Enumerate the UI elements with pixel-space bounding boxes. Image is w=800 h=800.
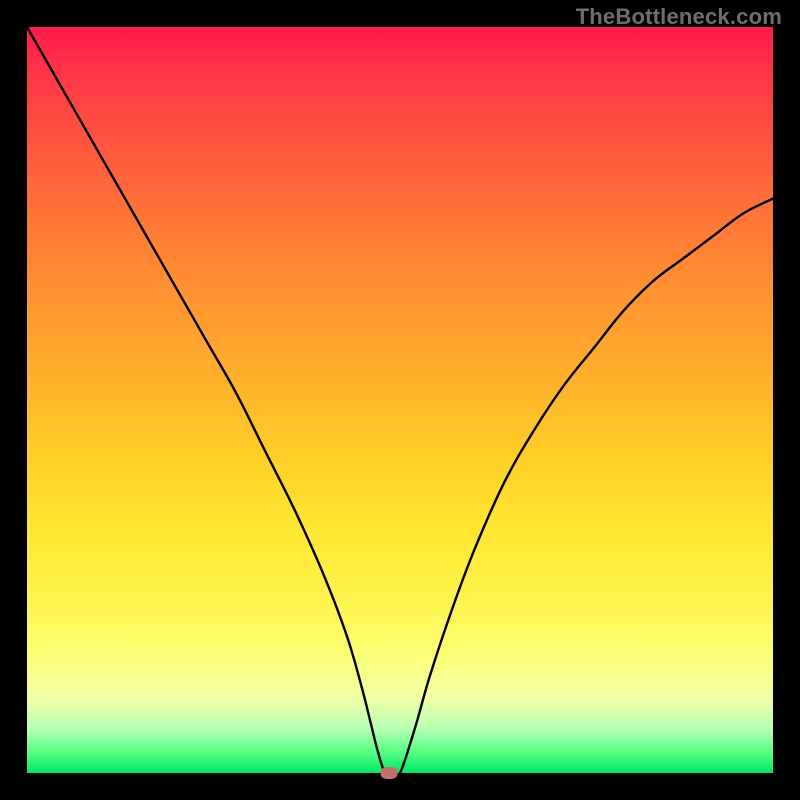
minimum-marker — [380, 767, 397, 779]
bottleneck-curve — [27, 27, 773, 773]
watermark-text: TheBottleneck.com — [576, 4, 782, 30]
chart-frame: TheBottleneck.com — [0, 0, 800, 800]
plot-area — [27, 27, 773, 773]
